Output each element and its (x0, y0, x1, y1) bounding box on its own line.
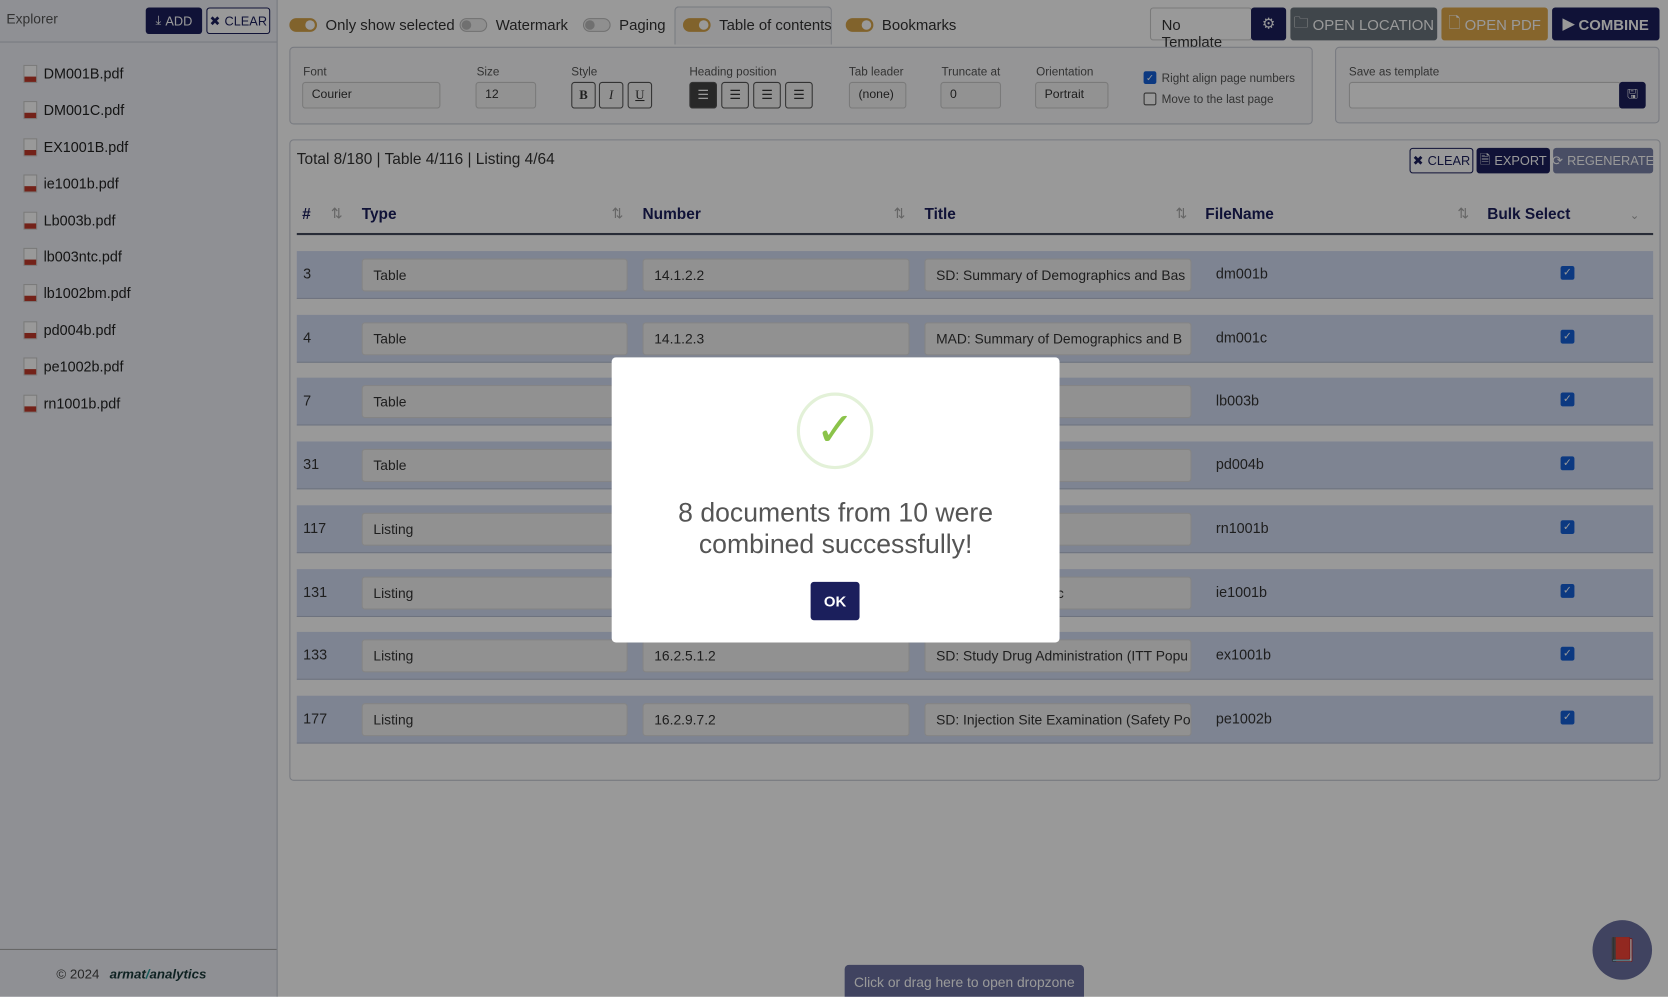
dialog-message: 8 documents from 10 were combined succes… (612, 497, 1060, 561)
success-check-icon: ✓ (796, 392, 874, 470)
dialog-message-line2: combined successfully! (698, 529, 973, 560)
dialog-message-line1: 8 documents from 10 were (678, 497, 994, 528)
success-dialog: ✓ 8 documents from 10 were combined succ… (611, 357, 1060, 643)
ok-button[interactable]: OK (810, 581, 860, 621)
